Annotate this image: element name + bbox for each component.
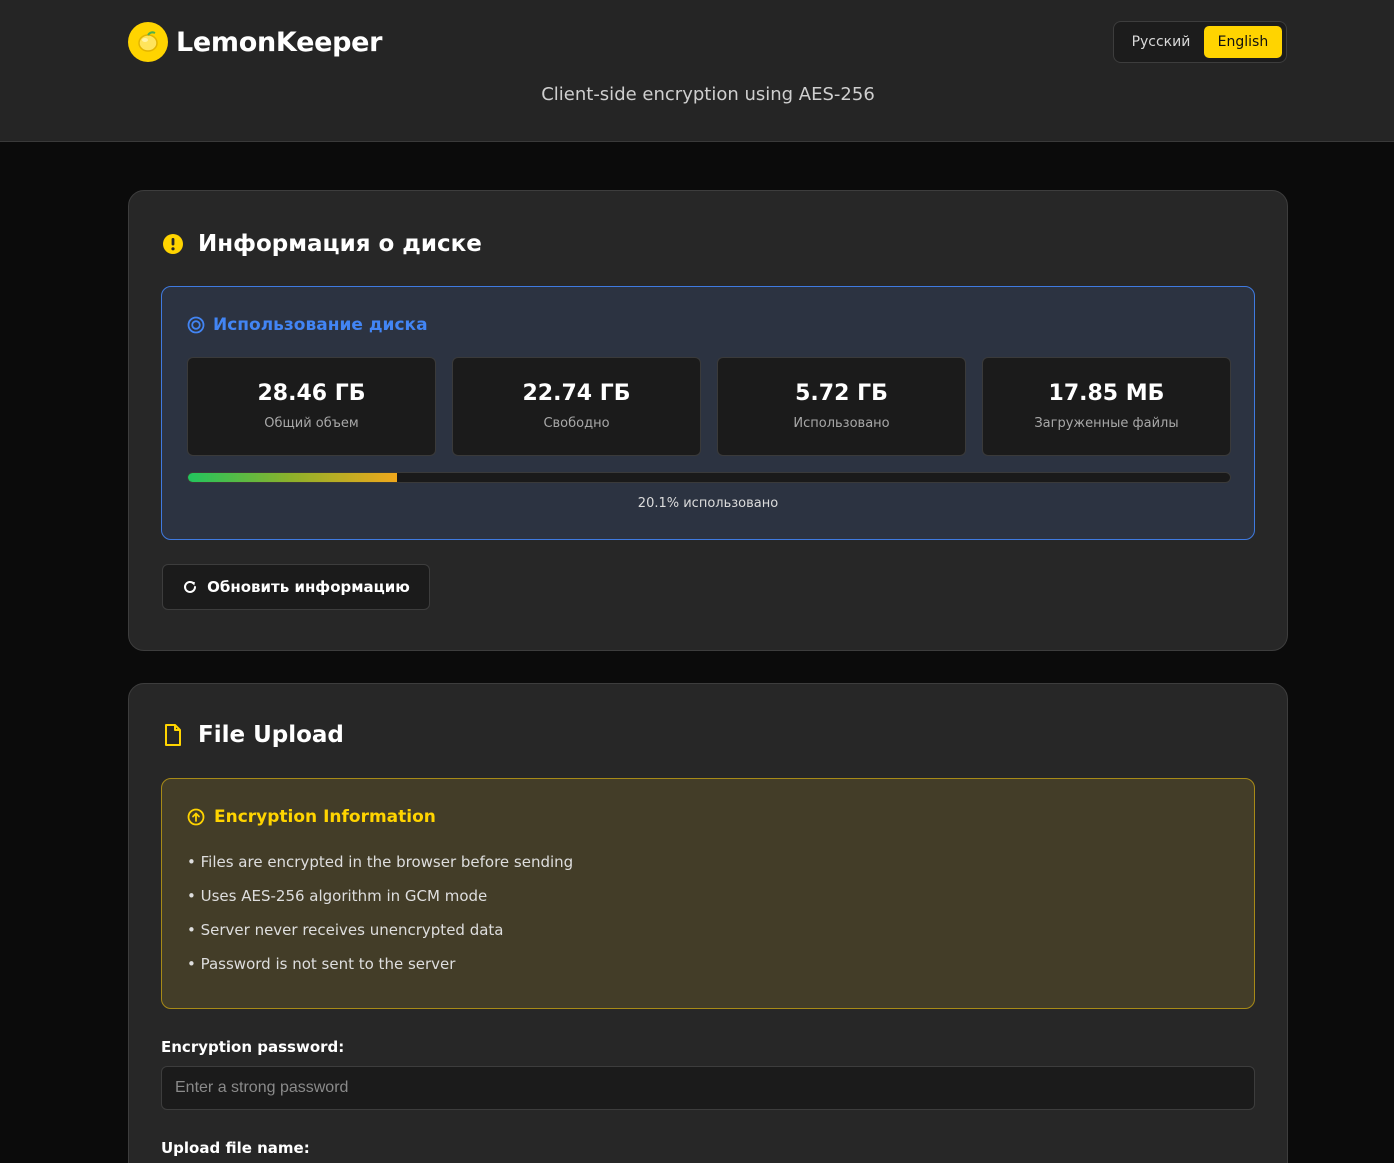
disk-info-title-text: Информация о диске	[198, 231, 482, 257]
disk-info-title: Информация о диске	[162, 231, 482, 257]
list-item: • Server never receives unencrypted data	[187, 921, 504, 939]
disk-usage-panel: Использование диска 28.46 ГБ Общий объем…	[161, 286, 1255, 540]
list-item: • Uses AES-256 algorithm in GCM mode	[187, 887, 488, 905]
target-icon	[187, 316, 205, 334]
stat-value: 28.46 ГБ	[257, 381, 366, 406]
file-upload-title-text: File Upload	[198, 722, 344, 748]
stat-value: 22.74 ГБ	[522, 381, 631, 406]
logo[interactable]: LemonKeeper	[128, 22, 382, 62]
stat-value: 5.72 ГБ	[795, 381, 888, 406]
stat-label: Общий объем	[264, 416, 359, 431]
encryption-info-panel: Encryption Information • Files are encry…	[161, 778, 1255, 1009]
alert-circle-icon	[162, 233, 184, 255]
encryption-password-label: Encryption password:	[161, 1038, 345, 1056]
disk-info-card: Информация о диске Использование диска 2…	[128, 190, 1288, 651]
refresh-info-button[interactable]: Обновить информацию	[162, 564, 430, 610]
list-item: • Password is not sent to the server	[187, 955, 456, 973]
disk-usage-percent-label: 20.1% использовано	[637, 496, 779, 511]
encryption-info-list: • Files are encrypted in the browser bef…	[187, 852, 573, 988]
lemon-icon	[128, 22, 168, 62]
refresh-info-label: Обновить информацию	[207, 578, 410, 596]
disk-usage-title-text: Использование диска	[213, 315, 428, 335]
stat-uploaded-files: 17.85 МБ Загруженные файлы	[982, 357, 1231, 456]
language-english-button[interactable]: English	[1203, 26, 1282, 58]
file-icon	[162, 723, 184, 747]
refresh-icon	[182, 579, 198, 595]
encryption-info-title: Encryption Information	[187, 807, 436, 827]
app-header: LemonKeeper Русский English Client-side …	[0, 0, 1394, 142]
stat-label: Использовано	[793, 416, 890, 431]
stat-used: 5.72 ГБ Использовано	[717, 357, 966, 456]
language-switcher: Русский English	[1113, 21, 1287, 63]
disk-usage-title: Использование диска	[187, 315, 428, 335]
app-subtitle: Client-side encryption using AES-256	[541, 84, 875, 105]
file-upload-card: File Upload Encryption Information • Fil…	[128, 683, 1288, 1163]
stat-label: Загруженные файлы	[1034, 416, 1179, 431]
app-name: LemonKeeper	[176, 26, 383, 58]
encryption-info-title-text: Encryption Information	[214, 807, 436, 827]
disk-usage-progress-fill	[188, 473, 398, 482]
file-upload-title: File Upload	[162, 722, 344, 748]
stat-value: 17.85 МБ	[1048, 381, 1165, 406]
disk-usage-progress-bar	[187, 472, 1231, 483]
stat-total: 28.46 ГБ Общий объем	[187, 357, 436, 456]
stat-free: 22.74 ГБ Свободно	[452, 357, 701, 456]
upload-file-name-label: Upload file name:	[161, 1139, 310, 1157]
encryption-password-input[interactable]	[161, 1066, 1255, 1110]
stat-label: Свободно	[543, 416, 610, 431]
list-item: • Files are encrypted in the browser bef…	[187, 853, 574, 871]
upload-circle-icon	[187, 808, 205, 826]
language-russian-button[interactable]: Русский	[1118, 26, 1204, 58]
